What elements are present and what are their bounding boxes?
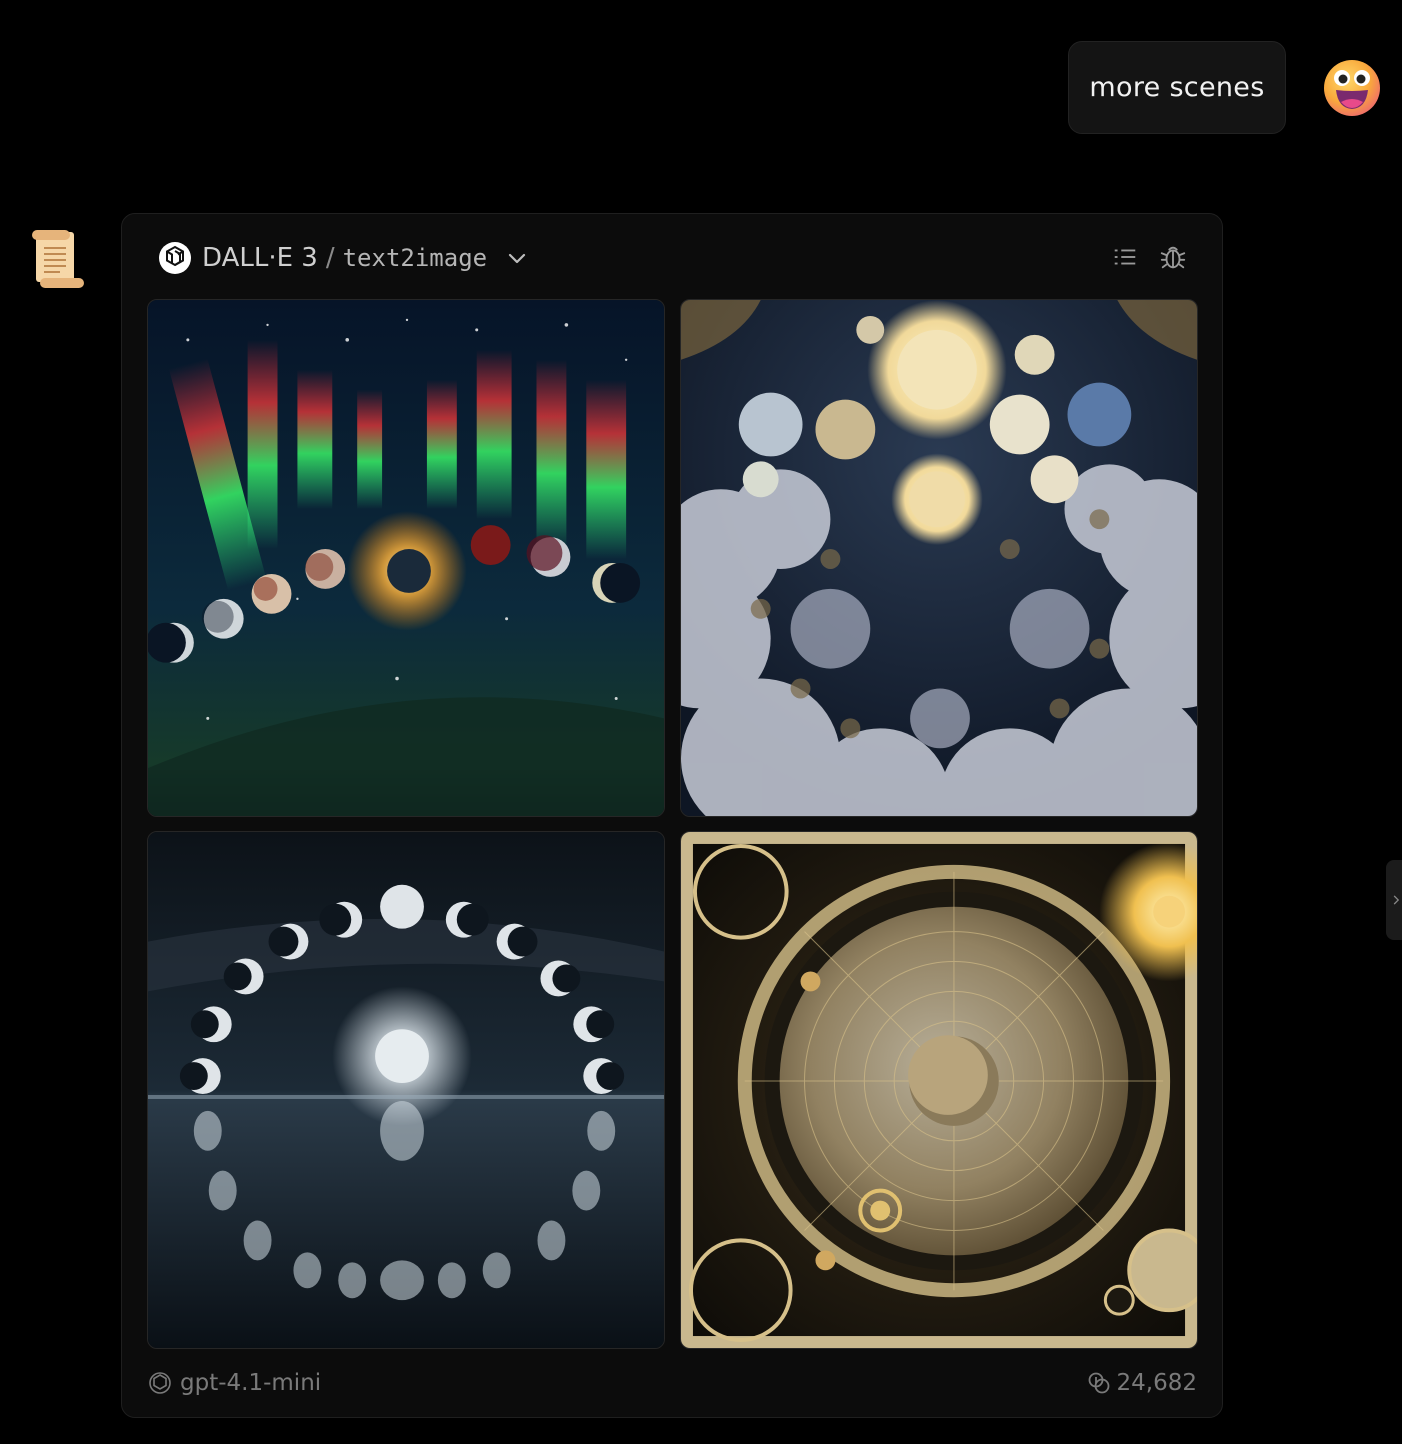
openai-logo-icon [149,1372,171,1394]
user-message-text: more scenes [1089,72,1265,103]
card-actions [1110,242,1188,272]
list-button[interactable] [1110,242,1140,272]
footer-model: gpt-4.1-mini [148,1370,321,1396]
openai-logo-icon [159,242,191,274]
token-count: 24,682 [1116,1370,1197,1396]
model-separator: / [325,243,335,273]
generated-image-1[interactable] [147,299,665,817]
token-usage[interactable]: 24,682 [1087,1370,1197,1396]
model-name: DALL·E 3 [202,243,318,273]
debug-button[interactable] [1158,242,1188,272]
chat-page: more scenes DALL·E 3 / text2image gpt-4.… [0,0,1402,1444]
generated-image-2[interactable] [680,299,1198,817]
image-generation-card: DALL·E 3 / text2image gpt-4.1-mini 24,68… [121,213,1223,1418]
token-coins-icon [1088,1372,1109,1394]
side-panel-toggle[interactable] [1386,860,1402,940]
generated-image-3[interactable] [147,831,665,1349]
chevron-down-icon[interactable] [505,246,529,270]
card-header: DALL·E 3 / text2image [158,238,529,278]
footer-model-name: gpt-4.1-mini [180,1370,322,1396]
endpoint-name: text2image [342,244,488,272]
generated-image-4[interactable] [680,831,1198,1349]
list-icon [1114,249,1136,265]
grinning-face-icon[interactable] [1322,58,1382,118]
scroll-icon [26,228,86,290]
bug-icon [1160,246,1186,269]
user-message-bubble: more scenes [1068,41,1286,134]
chevron-right-icon [1393,895,1400,905]
